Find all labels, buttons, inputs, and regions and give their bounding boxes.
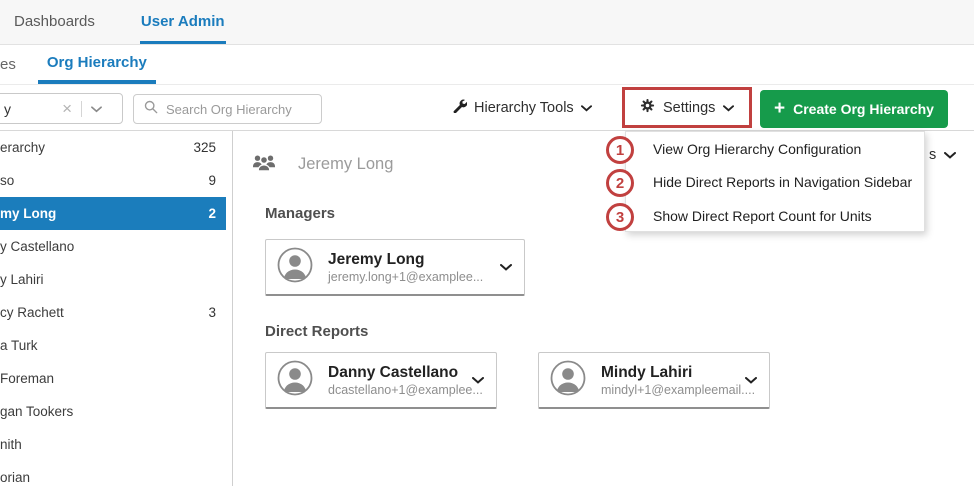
chevron-down-icon — [581, 99, 592, 117]
chevron-down-icon[interactable] — [472, 371, 484, 389]
annotation-badge-2: 2 — [606, 169, 634, 197]
settings-menu: View Org Hierarchy Configuration Hide Di… — [625, 131, 925, 232]
person-email: jeremy.long+1@examplee... — [328, 270, 483, 284]
direct-reports-heading: Direct Reports — [265, 323, 368, 340]
avatar — [277, 360, 313, 401]
create-org-hierarchy-button[interactable]: + Create Org Hierarchy — [760, 90, 948, 128]
chevron-down-icon — [944, 147, 956, 163]
sidebar-item[interactable]: erarchy 325 — [0, 131, 226, 164]
annotation-badge-3: 3 — [606, 203, 634, 231]
chevron-down-icon[interactable] — [500, 258, 512, 276]
toolbar: y × Hierarchy Tools — [0, 85, 974, 131]
group-people-icon — [252, 153, 276, 176]
menu-item-view-org-hierarchy-configuration[interactable]: View Org Hierarchy Configuration — [626, 132, 924, 166]
direct-report-count: 325 — [193, 140, 226, 155]
person-name: Jeremy Long — [328, 251, 483, 269]
hierarchy-tools-dropdown[interactable]: Hierarchy Tools — [452, 85, 592, 131]
chevron-down-icon[interactable] — [745, 371, 757, 389]
menu-item-hide-direct-reports[interactable]: Hide Direct Reports in Navigation Sideba… — [626, 166, 924, 200]
person-email: dcastellano+1@examplee... — [328, 383, 472, 397]
actions-dropdown-partial[interactable]: s — [929, 147, 956, 163]
clear-icon[interactable]: × — [62, 100, 72, 117]
sidebar-item[interactable]: so 9 — [0, 164, 226, 197]
hierarchy-select-value: y — [4, 101, 11, 117]
chevron-down-icon — [723, 99, 734, 117]
managers-heading: Managers — [265, 205, 335, 222]
create-org-hierarchy-label: Create Org Hierarchy — [793, 101, 934, 117]
sidebar-item[interactable]: cy Rachett 3 — [0, 296, 226, 329]
sidebar-item-selected[interactable]: my Long 2 — [0, 197, 226, 230]
hierarchy-select[interactable]: y × — [0, 93, 123, 124]
manager-card[interactable]: Jeremy Long jeremy.long+1@examplee... — [265, 239, 525, 296]
org-navigation-sidebar: erarchy 325 so 9 my Long 2 y Castellano … — [0, 131, 233, 486]
tab-user-admin[interactable]: User Admin — [140, 0, 226, 44]
tab-org-hierarchy[interactable]: Org Hierarchy — [38, 45, 156, 84]
sidebar-item[interactable]: y Castellano — [0, 230, 226, 263]
gear-icon — [640, 98, 655, 118]
sidebar-item[interactable]: a Turk — [0, 329, 226, 362]
sidebar-item[interactable]: Foreman — [0, 362, 226, 395]
plus-icon: + — [774, 99, 785, 118]
divider — [81, 101, 82, 117]
person-email: mindyl+1@exampleemail.... — [601, 383, 745, 397]
tab-cutoff-fragment[interactable]: es — [0, 45, 16, 84]
chevron-down-icon[interactable] — [91, 100, 102, 118]
sidebar-item[interactable]: gan Tookers — [0, 395, 226, 428]
direct-report-count: 3 — [208, 305, 226, 320]
sidebar-item[interactable]: nith — [0, 428, 226, 461]
direct-report-card[interactable]: Danny Castellano dcastellano+1@examplee.… — [265, 352, 497, 409]
avatar — [550, 360, 586, 401]
sidebar-item[interactable]: orian — [0, 461, 226, 487]
detail-header: Jeremy Long — [252, 153, 393, 176]
wrench-icon — [452, 98, 467, 118]
tab-dashboards[interactable]: Dashboards — [13, 0, 96, 44]
app-nav: Dashboards User Admin — [0, 0, 974, 45]
sidebar-item[interactable]: y Lahiri — [0, 263, 226, 296]
direct-report-card[interactable]: Mindy Lahiri mindyl+1@exampleemail.... — [538, 352, 770, 409]
selected-person-title: Jeremy Long — [298, 155, 393, 174]
menu-item-show-direct-report-count[interactable]: Show Direct Report Count for Units — [626, 199, 924, 233]
search-box — [133, 94, 322, 124]
direct-report-count: 9 — [208, 173, 226, 188]
settings-dropdown[interactable]: Settings — [622, 87, 752, 128]
person-name: Mindy Lahiri — [601, 364, 745, 382]
org-hierarchy-screen: Dashboards User Admin es Org Hierarchy y… — [0, 0, 974, 487]
settings-label: Settings — [663, 100, 715, 116]
sub-nav: es Org Hierarchy — [0, 45, 974, 85]
search-input[interactable] — [166, 102, 313, 117]
avatar — [277, 247, 313, 288]
hierarchy-tools-label: Hierarchy Tools — [474, 100, 574, 116]
search-icon — [144, 100, 158, 119]
direct-report-count: 2 — [208, 206, 226, 221]
person-name: Danny Castellano — [328, 364, 472, 382]
annotation-badge-1: 1 — [606, 136, 634, 164]
